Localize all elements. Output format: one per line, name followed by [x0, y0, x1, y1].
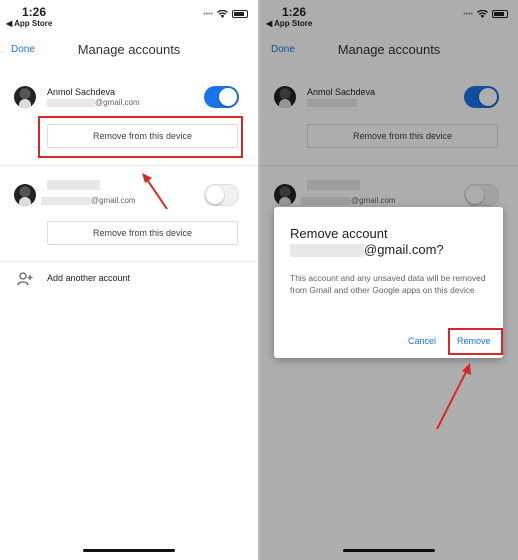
email-suffix: @gmail.com — [91, 196, 136, 205]
add-person-icon[interactable] — [17, 272, 33, 286]
redacted-email-part — [41, 196, 91, 205]
dialog-email: @gmail.com? — [290, 242, 444, 258]
home-indicator — [83, 549, 175, 552]
add-another-account-link[interactable]: Add another account — [47, 273, 130, 283]
back-to-app-store-link[interactable]: ◀ App Store — [6, 19, 52, 28]
signal-dots: •••• — [203, 10, 213, 18]
status-time: 1:26 — [22, 5, 47, 19]
page-title: Manage accounts — [77, 42, 181, 57]
battery-icon — [232, 10, 248, 18]
status-icons: •••• — [203, 10, 248, 18]
dialog-message: This account and any unsaved data will b… — [290, 273, 486, 295]
manage-accounts-screen-left: 1:26 ◀ App Store •••• Done Manage accoun… — [0, 0, 258, 560]
manage-accounts-screen-right: 1:26 ◀ App Store •••• Done Manage accoun… — [260, 0, 518, 560]
email-suffix: @gmail.com? — [364, 242, 444, 257]
avatar — [14, 184, 36, 206]
redacted-email-part — [290, 244, 364, 258]
toggle-knob — [219, 88, 237, 106]
highlight-box — [38, 116, 243, 158]
cancel-button[interactable]: Cancel — [408, 336, 436, 346]
status-bar: 1:26 ◀ App Store •••• — [0, 0, 258, 32]
remove-from-device-button[interactable]: Remove from this device — [47, 221, 238, 245]
account-name: Anmol Sachdeva — [47, 87, 116, 97]
highlight-box — [448, 328, 503, 355]
top-header: Done Manage accounts — [0, 40, 258, 62]
account-email: @gmail.com — [41, 196, 136, 205]
account-sync-toggle[interactable] — [204, 86, 239, 108]
account-email: @gmail.com — [47, 98, 140, 107]
divider — [0, 261, 258, 262]
dialog-title: Remove account — [290, 226, 388, 241]
redacted-account-name — [47, 180, 100, 190]
account-sync-toggle[interactable] — [204, 184, 239, 206]
redacted-email-part — [47, 98, 95, 107]
wifi-icon — [217, 10, 228, 18]
email-suffix: @gmail.com — [95, 98, 140, 107]
divider — [0, 165, 258, 166]
arrow-icon — [142, 173, 168, 210]
avatar — [14, 86, 36, 108]
toggle-knob — [206, 186, 224, 204]
arrow-icon — [436, 363, 471, 430]
